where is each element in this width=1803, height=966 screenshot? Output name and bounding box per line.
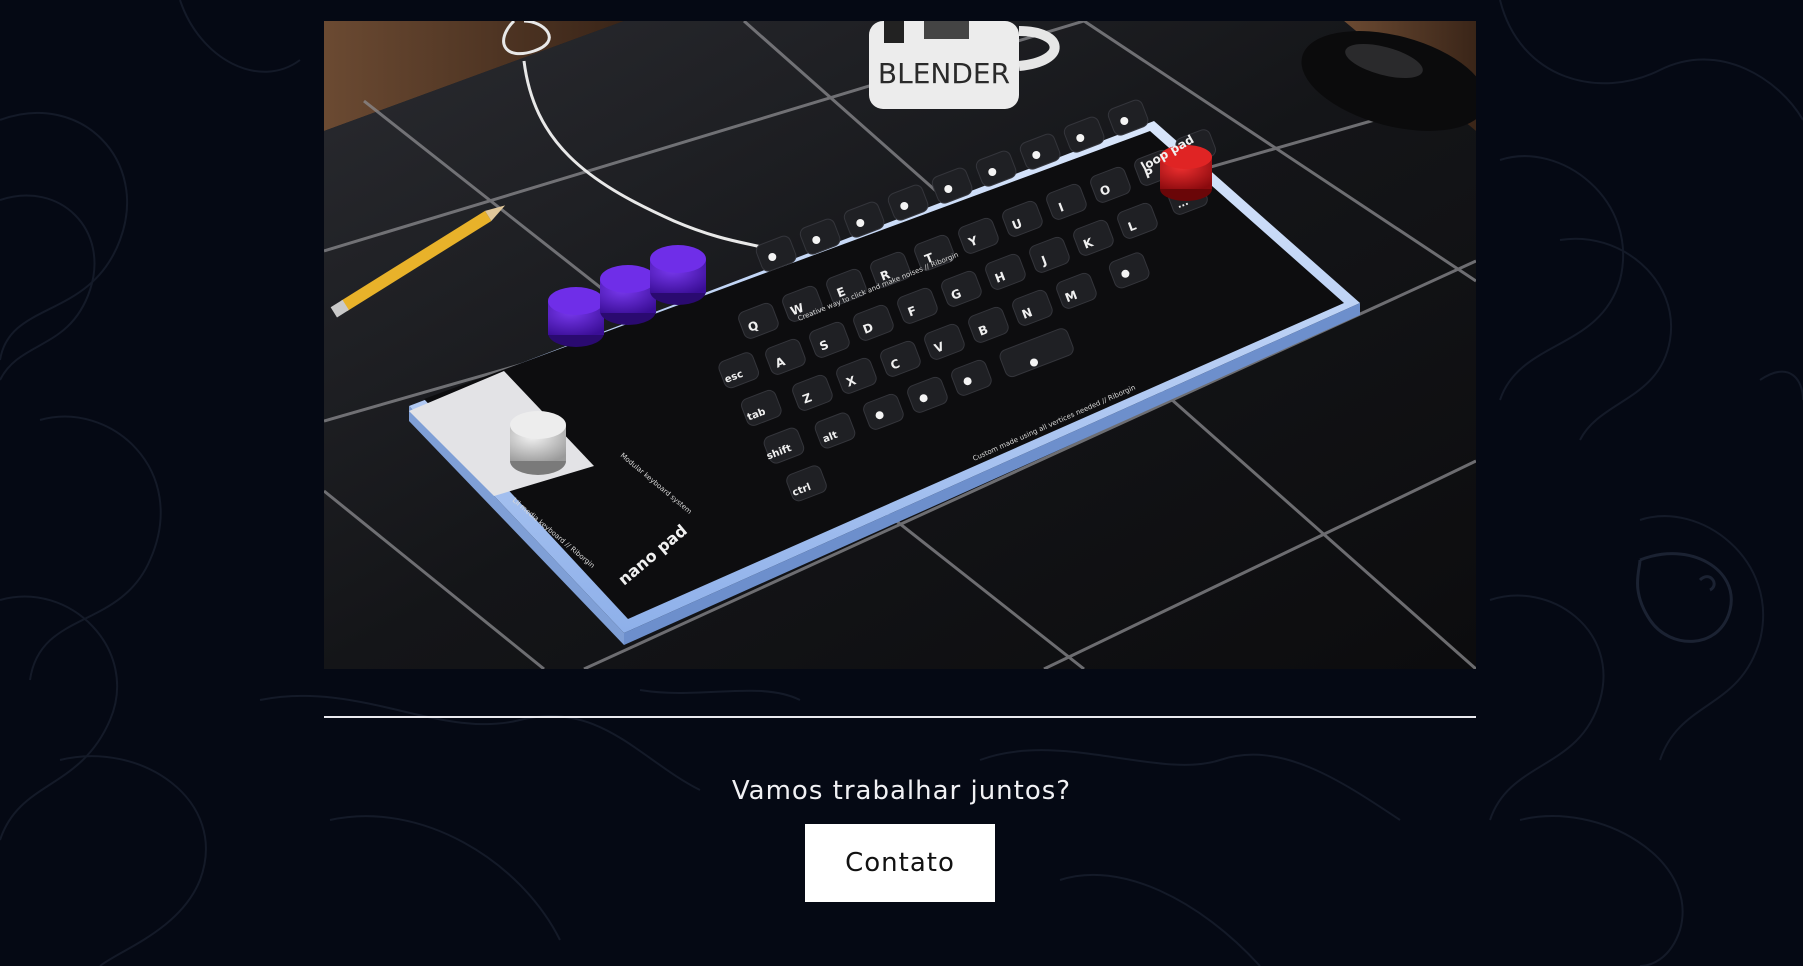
portfolio-page: BLENDER escQWERTYUIOPbcktabASDFGHJK [0, 0, 1803, 966]
section-divider [324, 716, 1476, 718]
hero-keyboard-render: BLENDER escQWERTYUIOPbcktabASDFGHJK [324, 21, 1476, 669]
mug-text: BLENDER [878, 57, 1010, 90]
cta-heading: Vamos trabalhar juntos? [731, 776, 1072, 806]
contact-button[interactable]: Contato [805, 824, 995, 902]
white-knob [510, 411, 566, 475]
